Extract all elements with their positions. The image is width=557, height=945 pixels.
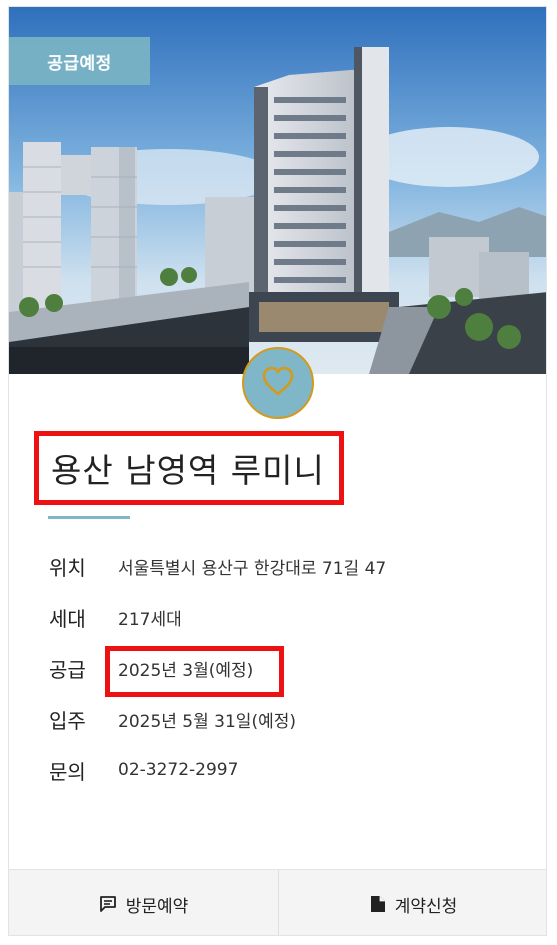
contract-request-label: 계약신청 [394, 896, 458, 917]
visit-reservation-label: 방문예약 [125, 896, 189, 917]
title-highlight: 용산 남영역 루미니 [34, 431, 344, 505]
visit-reservation-button[interactable]: 방문예약 [9, 870, 278, 935]
info-row-location: 위치 서울특별시 용산구 한강대로 71길 47 [49, 551, 386, 581]
info-value: 2025년 3월(예정) [118, 660, 254, 681]
card-footer: 방문예약 계약신청 [9, 869, 546, 935]
property-image[interactable]: 공급예정 [9, 7, 546, 374]
info-label: 공급 [49, 657, 86, 682]
info-row-move-in: 입주 2025년 5월 31일(예정) [49, 704, 296, 734]
info-value: 217세대 [118, 609, 182, 630]
info-label: 문의 [49, 759, 86, 784]
document-icon [370, 895, 386, 913]
info-value: 2025년 5월 31일(예정) [118, 711, 296, 732]
info-row-households: 세대 217세대 [49, 602, 182, 632]
favorite-button[interactable] [242, 347, 314, 419]
heart-icon [261, 365, 295, 401]
info-value: 서울특별시 용산구 한강대로 71길 47 [118, 558, 387, 579]
contract-request-button[interactable]: 계약신청 [278, 870, 546, 935]
info-row-contact: 문의 02-3272-2997 [49, 755, 238, 785]
property-title: 용산 남영역 루미니 [51, 451, 325, 490]
title-divider [48, 516, 130, 519]
message-icon [99, 895, 117, 913]
property-card: 공급예정 용산 남영역 루미니 위치 서울특별시 용산구 한강대로 71길 47… [8, 6, 547, 936]
info-label: 위치 [49, 555, 86, 580]
info-value[interactable]: 02-3272-2997 [118, 760, 238, 780]
info-label: 입주 [49, 708, 86, 733]
info-row-supply: 공급 2025년 3월(예정) [49, 653, 253, 683]
status-badge: 공급예정 [9, 37, 150, 85]
info-label: 세대 [49, 606, 86, 631]
